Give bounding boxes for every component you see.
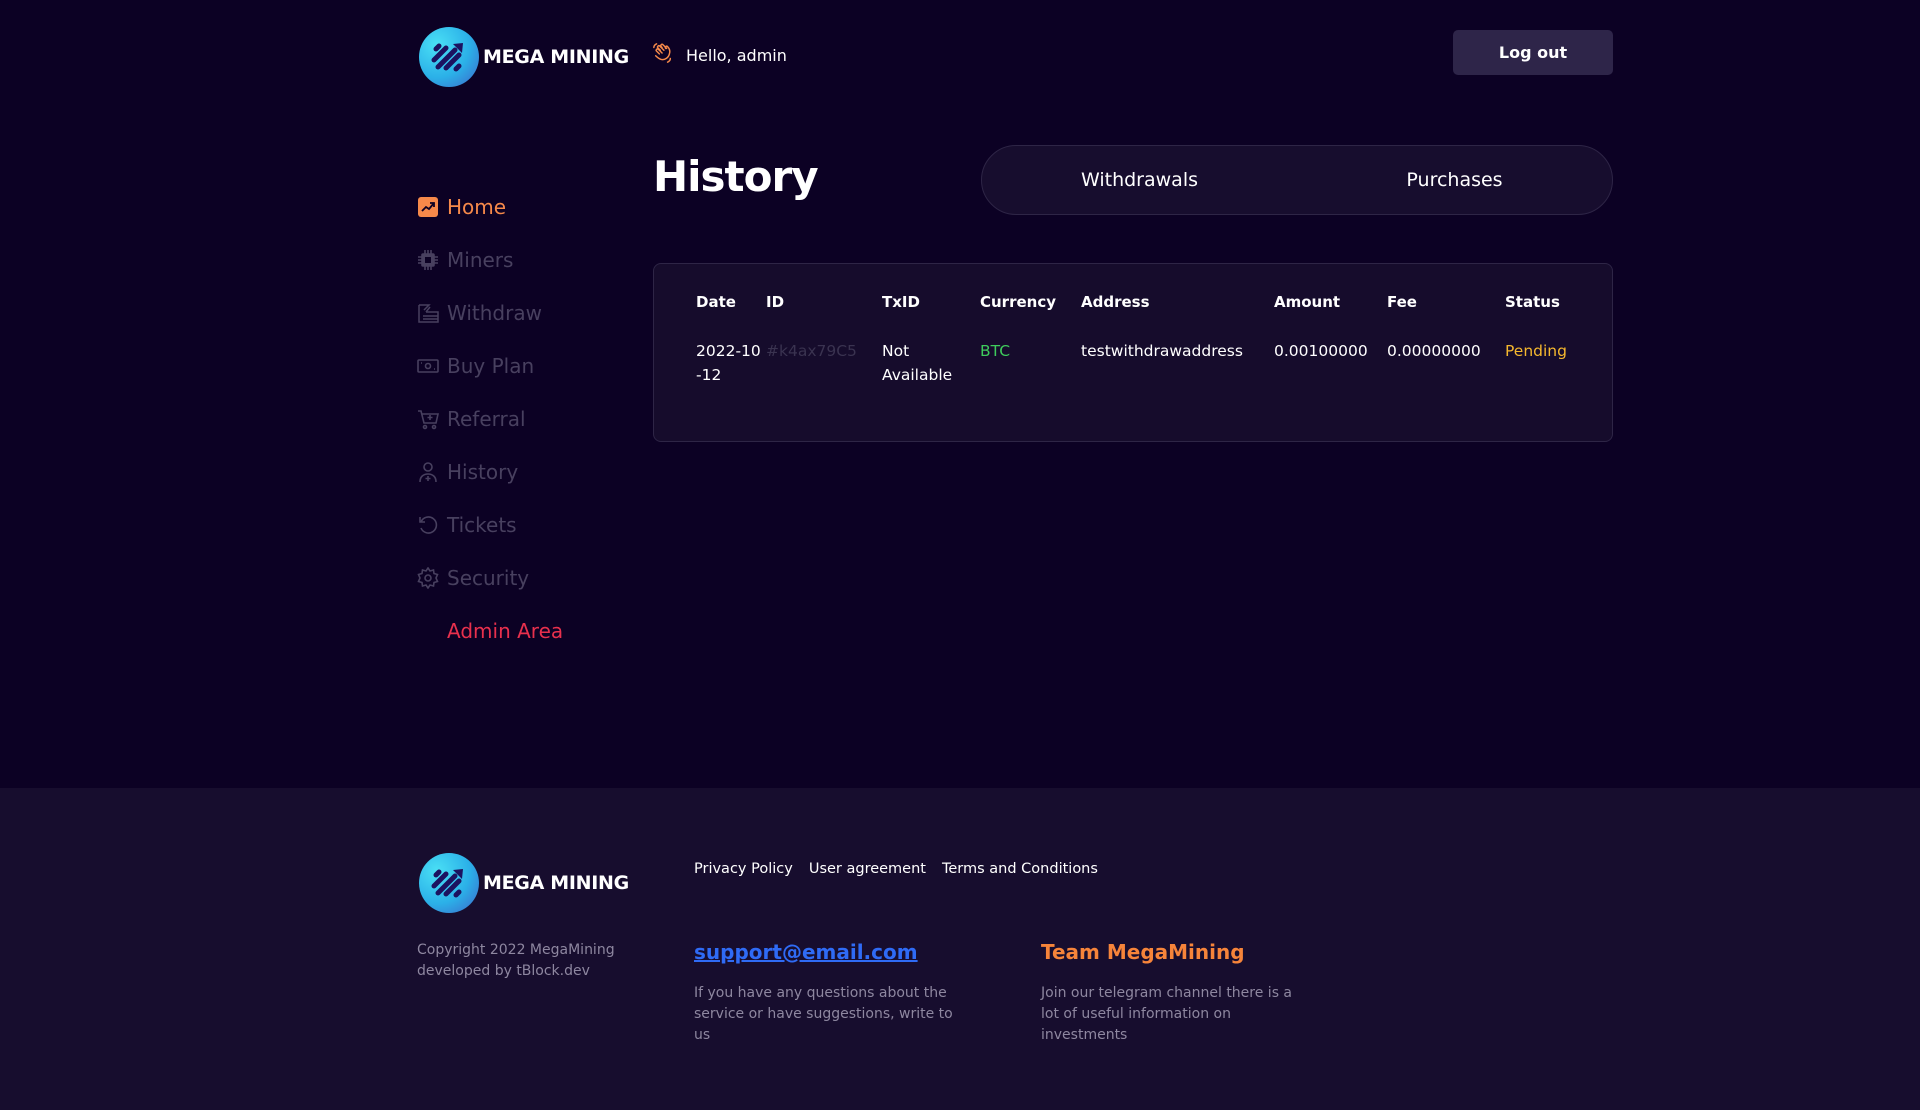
table-row: 2022-10-12 #k4ax79C5 Not Available BTC t… bbox=[696, 319, 1585, 387]
trend-chart-icon bbox=[417, 196, 439, 218]
column-header-currency: Currency bbox=[980, 292, 1057, 311]
sidebar-item-security[interactable]: Security bbox=[417, 551, 563, 604]
history-table: Date ID TxID Currency Address Amount Fee… bbox=[696, 284, 1585, 387]
footer-links: Privacy Policy User agreement Terms and … bbox=[694, 861, 1098, 877]
history-table-card: Date ID TxID Currency Address Amount Fee… bbox=[653, 263, 1613, 442]
tab-purchases[interactable]: Purchases bbox=[1297, 146, 1612, 214]
footer-logo[interactable]: MEGA MINING bbox=[419, 853, 629, 913]
team-description: Join our telegram channel there is a lot… bbox=[1041, 985, 1293, 1043]
refresh-icon bbox=[417, 514, 439, 536]
support-email-link[interactable]: support@email.com bbox=[694, 940, 918, 964]
status-badge: Pending bbox=[1505, 342, 1567, 360]
column-header-amount: Amount bbox=[1274, 292, 1341, 311]
column-header-address: Address bbox=[1081, 292, 1150, 311]
developer-credit: developed by tBlock.dev bbox=[417, 963, 590, 979]
logo-icon bbox=[419, 853, 479, 913]
sidebar-item-label: Tickets bbox=[447, 512, 517, 537]
sidebar-item-label: Admin Area bbox=[447, 618, 564, 643]
column-header-date: Date bbox=[696, 292, 736, 311]
sidebar-item-label: Withdraw bbox=[447, 300, 542, 325]
withdraw-icon bbox=[417, 302, 439, 324]
sidebar-item-label: History bbox=[447, 459, 519, 484]
terms-link[interactable]: Terms and Conditions bbox=[942, 861, 1098, 877]
column-header-status: Status bbox=[1505, 292, 1560, 311]
greeting: Hello, admin bbox=[652, 42, 787, 68]
cart-icon bbox=[417, 408, 439, 430]
sidebar-item-history[interactable]: History bbox=[417, 445, 563, 498]
cell-amount: 0.00100000 bbox=[1274, 342, 1368, 360]
sidebar-item-label: Miners bbox=[447, 247, 514, 272]
footer bbox=[0, 788, 1920, 1110]
table-header-row: Date ID TxID Currency Address Amount Fee… bbox=[696, 284, 1585, 319]
header-logo[interactable]: MEGA MINING bbox=[419, 27, 629, 87]
column-header-txid: TxID bbox=[882, 292, 920, 311]
sidebar-item-withdraw[interactable]: Withdraw bbox=[417, 286, 563, 339]
gear-icon bbox=[417, 566, 439, 589]
sidebar: Home Miners Withdraw Buy Plan Referral H… bbox=[417, 180, 563, 657]
history-tabs: Withdrawals Purchases bbox=[981, 145, 1613, 215]
column-header-fee: Fee bbox=[1387, 292, 1417, 311]
cell-fee: 0.00000000 bbox=[1387, 342, 1481, 360]
brand-name: MEGA MINING bbox=[483, 872, 629, 894]
team-title: Team MegaMining bbox=[1041, 940, 1245, 964]
sidebar-item-label: Security bbox=[447, 565, 530, 590]
privacy-policy-link[interactable]: Privacy Policy bbox=[694, 861, 793, 877]
cell-txid: Not Available bbox=[882, 342, 953, 384]
sidebar-item-buy-plan[interactable]: Buy Plan bbox=[417, 339, 563, 392]
column-header-id: ID bbox=[766, 292, 785, 311]
cell-id: #k4ax79C5 bbox=[766, 342, 857, 360]
sidebar-item-label: Buy Plan bbox=[447, 353, 535, 378]
sidebar-item-referral[interactable]: Referral bbox=[417, 392, 563, 445]
tab-withdrawals[interactable]: Withdrawals bbox=[982, 146, 1297, 214]
sidebar-item-tickets[interactable]: Tickets bbox=[417, 498, 563, 551]
user-agreement-link[interactable]: User agreement bbox=[809, 861, 926, 877]
cell-date: 2022-10-12 bbox=[696, 342, 761, 384]
sidebar-item-admin-area[interactable]: Admin Area bbox=[417, 604, 563, 657]
banknote-icon bbox=[417, 355, 439, 377]
brand-name: MEGA MINING bbox=[483, 46, 629, 68]
sidebar-item-miners[interactable]: Miners bbox=[417, 233, 563, 286]
sidebar-item-home[interactable]: Home bbox=[417, 180, 563, 233]
copyright-line: Copyright 2022 MegaMining bbox=[417, 942, 615, 958]
waving-hand-icon bbox=[652, 42, 674, 68]
cell-address: testwithdrawaddress bbox=[1081, 342, 1243, 360]
greeting-text: Hello, admin bbox=[686, 45, 787, 65]
logo-icon bbox=[419, 27, 479, 87]
sidebar-item-label: Referral bbox=[447, 406, 526, 431]
copyright: Copyright 2022 MegaMining developed by t… bbox=[417, 940, 637, 982]
cell-currency: BTC bbox=[980, 342, 1011, 360]
logout-button[interactable]: Log out bbox=[1453, 30, 1613, 75]
sidebar-item-label: Home bbox=[447, 194, 507, 219]
page-title: History bbox=[653, 152, 819, 201]
support-description: If you have any questions about the serv… bbox=[694, 985, 953, 1043]
chip-icon bbox=[417, 249, 439, 271]
user-icon bbox=[417, 461, 439, 483]
